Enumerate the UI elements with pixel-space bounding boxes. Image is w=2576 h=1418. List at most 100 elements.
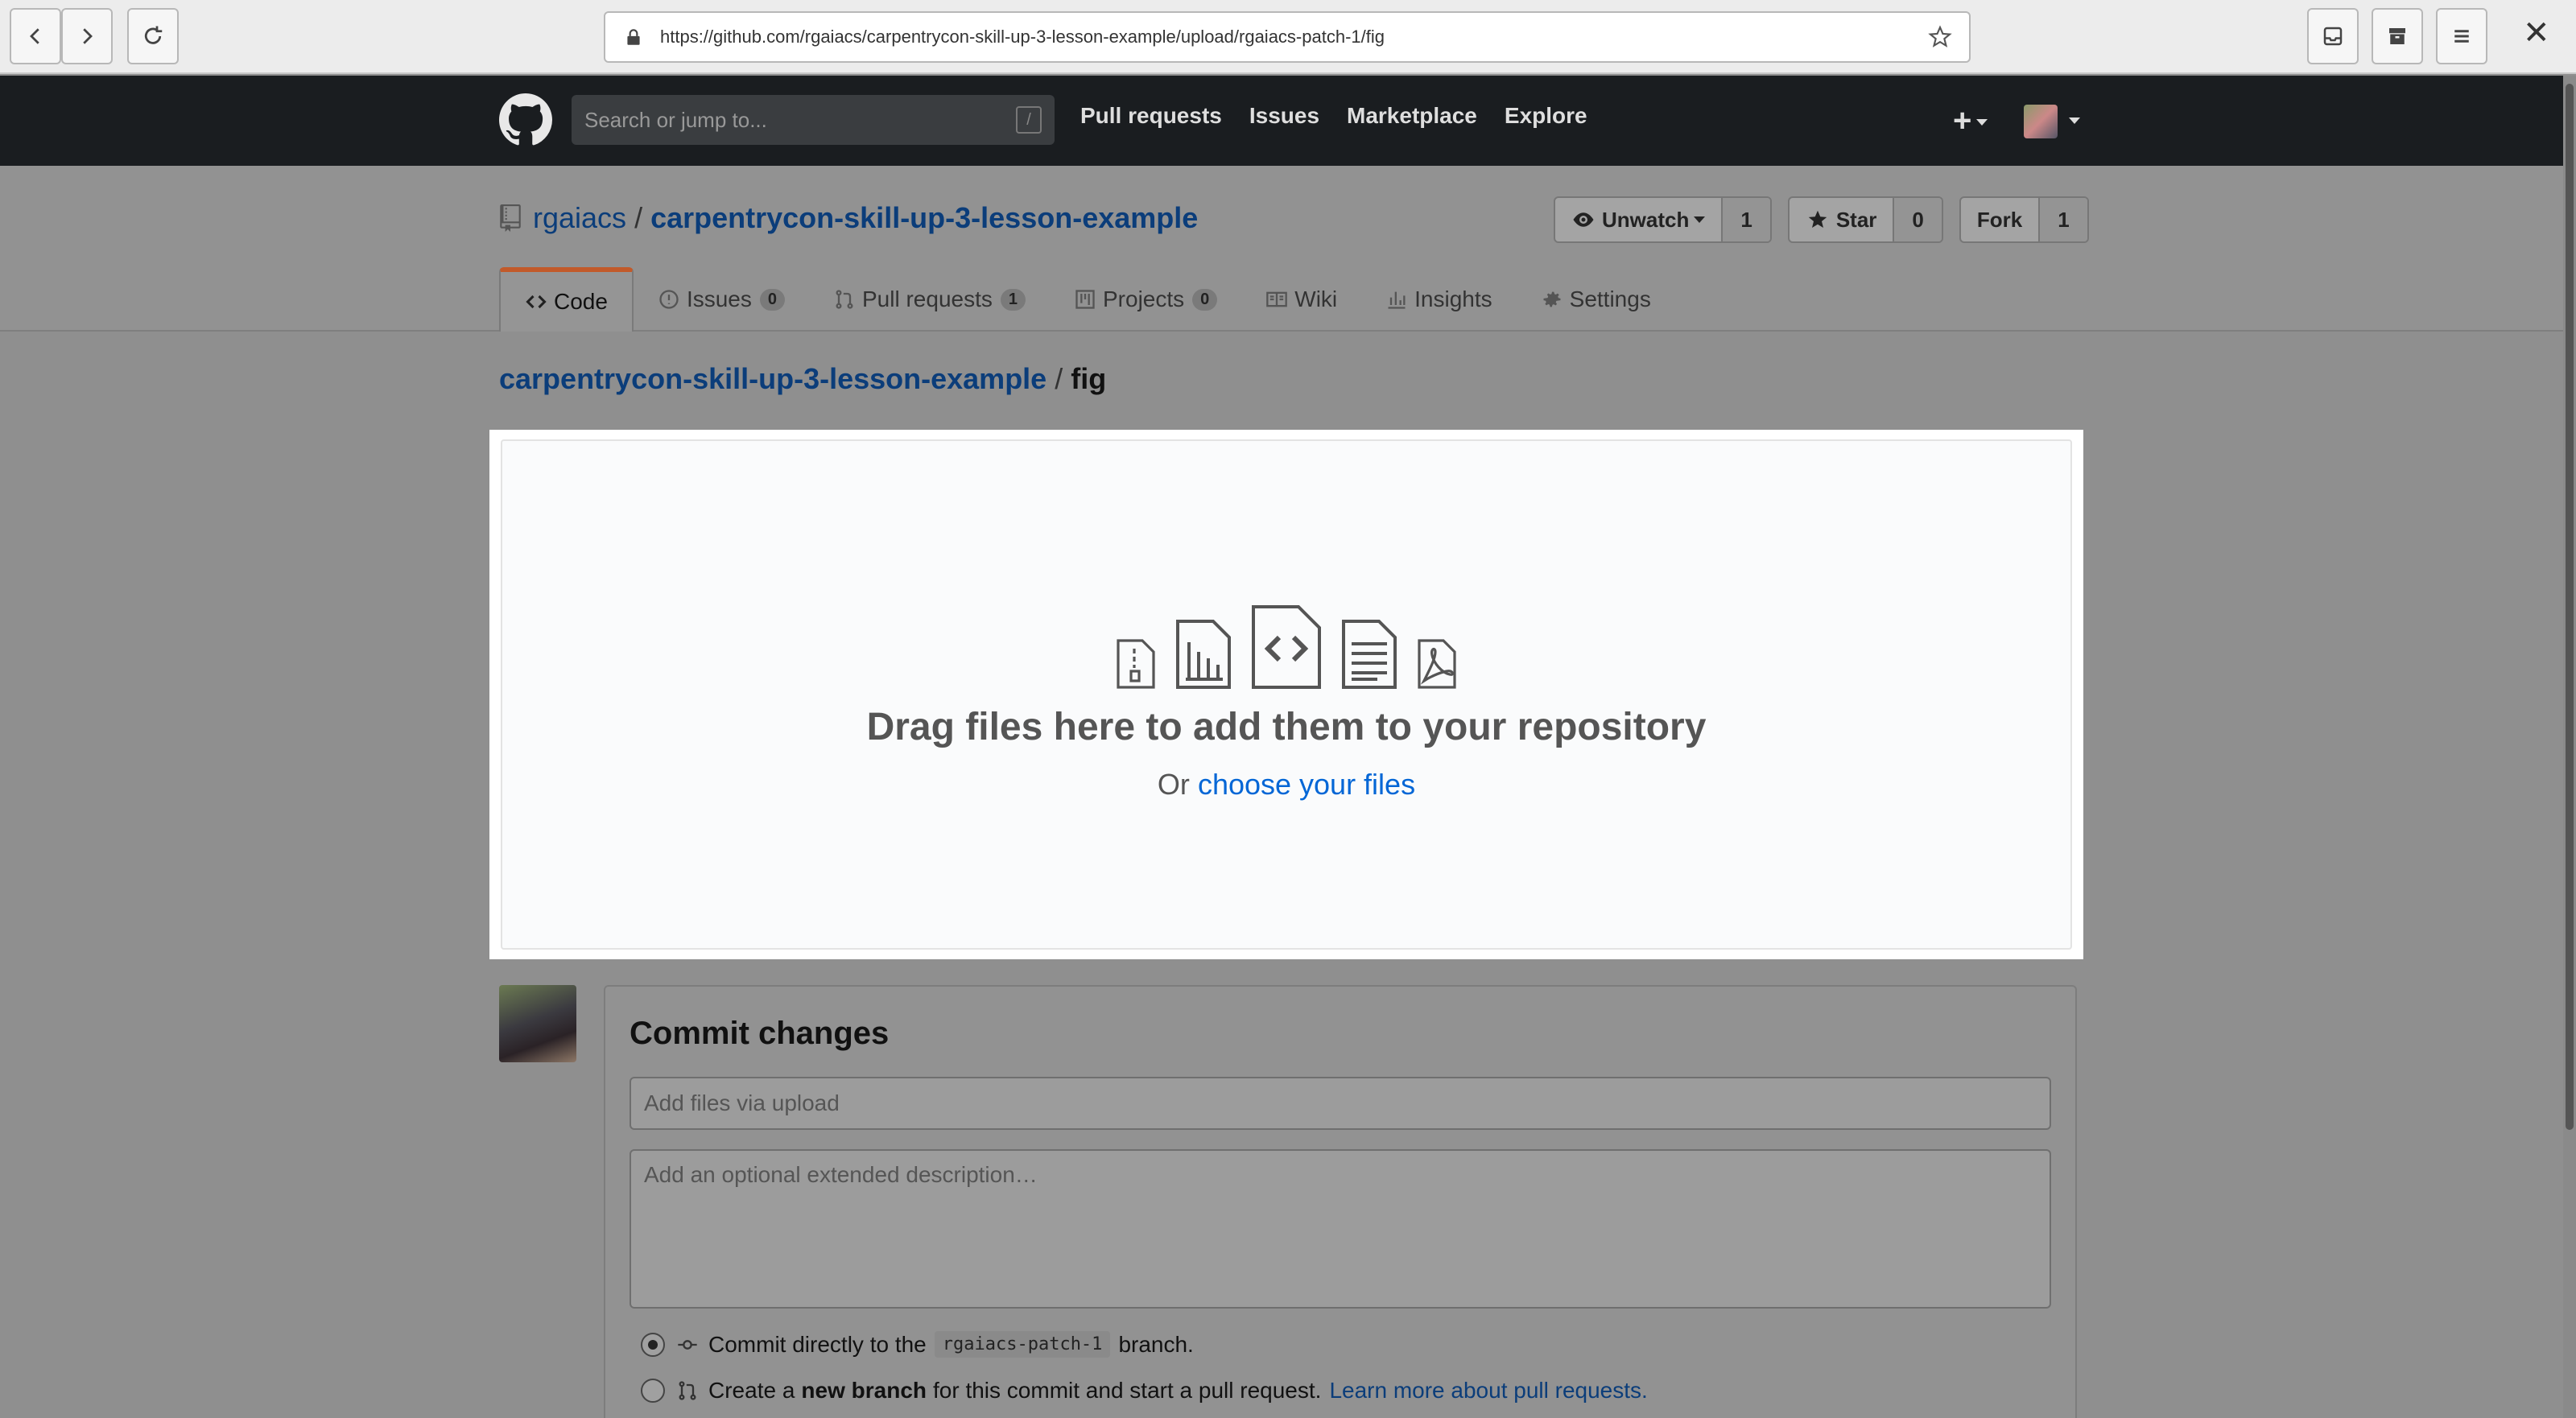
repo-icon bbox=[500, 204, 521, 232]
tab-code-label: Code bbox=[554, 289, 608, 314]
tab-settings-label: Settings bbox=[1569, 286, 1651, 311]
reload-icon bbox=[144, 26, 163, 44]
file-code-icon bbox=[1252, 605, 1321, 689]
create-new-dropdown[interactable]: + bbox=[1953, 103, 1988, 139]
repo-title: rgaiacs / carpentrycon-skill-up-3-lesson… bbox=[499, 201, 1198, 235]
header-nav: Pull requests Issues Marketplace Explore bbox=[1080, 103, 1587, 129]
tab-projects[interactable]: Projects 0 bbox=[1050, 267, 1241, 332]
star-count[interactable]: 0 bbox=[1894, 198, 1942, 241]
tab-pull-requests[interactable]: Pull requests 1 bbox=[809, 267, 1050, 332]
user-avatar-menu[interactable] bbox=[2024, 105, 2058, 138]
reload-button[interactable] bbox=[127, 8, 179, 64]
hamburger-menu-icon bbox=[2454, 30, 2469, 43]
repo-name-link[interactable]: carpentrycon-skill-up-3-lesson-example bbox=[650, 201, 1198, 235]
tab-insights[interactable]: Insights bbox=[1361, 267, 1517, 332]
bookmark-star-icon[interactable] bbox=[1927, 24, 1953, 50]
tab-code[interactable]: Code bbox=[499, 267, 634, 332]
watch-count[interactable]: 1 bbox=[1723, 198, 1770, 241]
tab-projects-count: 0 bbox=[1192, 288, 1218, 311]
avatar-caret-down-icon bbox=[2069, 117, 2080, 124]
gear-icon bbox=[1543, 291, 1561, 307]
dropzone-subtitle: Or choose your files bbox=[502, 768, 2070, 802]
close-window-button[interactable]: ✕ bbox=[2523, 14, 2550, 52]
breadcrumb: carpentrycon-skill-up-3-lesson-example / f… bbox=[499, 362, 1106, 396]
github-logo-icon[interactable] bbox=[499, 93, 552, 146]
caret-down-icon bbox=[1976, 119, 1988, 126]
tab-wiki-label: Wiki bbox=[1294, 286, 1338, 311]
commit-directly-radio[interactable] bbox=[641, 1332, 665, 1357]
learn-more-pull-requests-link[interactable]: Learn more about pull requests. bbox=[1329, 1378, 1647, 1404]
page-scrollbar[interactable] bbox=[2563, 76, 2576, 1418]
new-branch-radio[interactable] bbox=[641, 1379, 665, 1403]
commit-directly-prefix: Commit directly to the bbox=[708, 1331, 927, 1357]
tab-projects-label: Projects bbox=[1103, 286, 1185, 311]
file-pdf-icon bbox=[1418, 639, 1456, 689]
search-box[interactable]: / bbox=[572, 95, 1055, 145]
tab-pull-requests-label: Pull requests bbox=[862, 286, 993, 311]
watch-button-group: Unwatch 1 bbox=[1554, 196, 1772, 243]
nav-pull-requests[interactable]: Pull requests bbox=[1080, 103, 1222, 129]
issue-opened-icon bbox=[659, 290, 679, 309]
book-icon bbox=[1266, 291, 1288, 307]
code-icon bbox=[526, 295, 547, 309]
commit-directly-option[interactable]: Commit directly to the rgaiacs-patch-1 b… bbox=[641, 1331, 1194, 1358]
commit-directly-suffix: branch. bbox=[1118, 1331, 1194, 1357]
star-button-group: Star 0 bbox=[1787, 196, 1943, 243]
unwatch-label: Unwatch bbox=[1602, 207, 1690, 232]
eye-icon bbox=[1573, 212, 1594, 227]
github-header: / Pull requests Issues Marketplace Explo… bbox=[0, 76, 2576, 166]
breadcrumb-separator: / bbox=[1055, 362, 1063, 395]
commit-description-textarea[interactable] bbox=[630, 1149, 2051, 1309]
nav-marketplace[interactable]: Marketplace bbox=[1347, 103, 1477, 129]
lock-icon bbox=[627, 29, 640, 45]
git-pull-request-icon bbox=[679, 1381, 696, 1400]
star-icon bbox=[1808, 210, 1827, 228]
tab-pull-requests-count: 1 bbox=[1000, 288, 1026, 311]
tab-insights-label: Insights bbox=[1414, 286, 1492, 311]
menu-button[interactable] bbox=[2436, 8, 2487, 64]
fork-button[interactable]: Fork bbox=[1961, 198, 2041, 241]
plus-icon: + bbox=[1953, 103, 1972, 138]
new-branch-option[interactable]: Create a new branch for this commit and … bbox=[641, 1378, 1648, 1404]
slash-shortcut-hint: / bbox=[1016, 106, 1042, 134]
tab-issues-label: Issues bbox=[686, 286, 752, 311]
back-button[interactable] bbox=[10, 8, 61, 64]
choose-files-link[interactable]: choose your files bbox=[1198, 768, 1415, 801]
downloads-button[interactable] bbox=[2307, 8, 2359, 64]
git-commit-icon bbox=[678, 1339, 697, 1350]
commit-message-input[interactable] bbox=[630, 1077, 2051, 1130]
scrollbar-thumb[interactable] bbox=[2566, 84, 2574, 1130]
new-branch-bold: new branch bbox=[801, 1378, 927, 1403]
star-button[interactable]: Star bbox=[1790, 198, 1895, 241]
repo-tabs: Code Issues 0 Pull requests 1 Projects 0… bbox=[499, 267, 1675, 332]
archive-icon bbox=[2389, 28, 2405, 44]
commit-changes-box: Commit changes Commit directly to the rg… bbox=[604, 985, 2077, 1418]
upload-dropzone[interactable]: Drag files here to add them to your repo… bbox=[501, 439, 2072, 950]
file-type-icons bbox=[502, 605, 2070, 689]
tab-wiki[interactable]: Wiki bbox=[1241, 267, 1361, 332]
new-branch-suffix: for this commit and start a pull request… bbox=[933, 1378, 1322, 1403]
breadcrumb-repo-link[interactable]: carpentrycon-skill-up-3-lesson-example bbox=[499, 362, 1046, 395]
archive-button[interactable] bbox=[2372, 8, 2423, 64]
file-chart-icon bbox=[1176, 620, 1231, 689]
forward-button[interactable] bbox=[61, 8, 113, 64]
star-label: Star bbox=[1835, 207, 1877, 232]
repo-actions: Unwatch 1 Star 0 Fork 1 bbox=[1554, 196, 2089, 243]
tab-issues[interactable]: Issues 0 bbox=[634, 267, 809, 332]
search-input[interactable] bbox=[572, 95, 1055, 145]
branch-name-chip: rgaiacs-patch-1 bbox=[934, 1331, 1111, 1358]
new-branch-prefix: Create a bbox=[708, 1378, 795, 1403]
fork-button-group: Fork 1 bbox=[1959, 196, 2089, 243]
git-pull-request-icon bbox=[836, 290, 853, 309]
address-bar[interactable]: https://github.com/rgaiacs/carpentrycon-… bbox=[604, 11, 1971, 63]
nav-issues[interactable]: Issues bbox=[1249, 103, 1319, 129]
fork-count[interactable]: 1 bbox=[2040, 198, 2087, 241]
fork-label: Fork bbox=[1976, 207, 2023, 232]
tab-settings[interactable]: Settings bbox=[1517, 267, 1675, 332]
file-text-icon bbox=[1342, 620, 1397, 689]
browser-toolbar: https://github.com/rgaiacs/carpentrycon-… bbox=[0, 0, 2576, 74]
nav-explore[interactable]: Explore bbox=[1505, 103, 1587, 129]
repo-owner-link[interactable]: rgaiacs bbox=[533, 201, 626, 235]
unwatch-button[interactable]: Unwatch bbox=[1555, 198, 1724, 241]
repo-header: rgaiacs / carpentrycon-skill-up-3-lesson… bbox=[0, 166, 2576, 332]
